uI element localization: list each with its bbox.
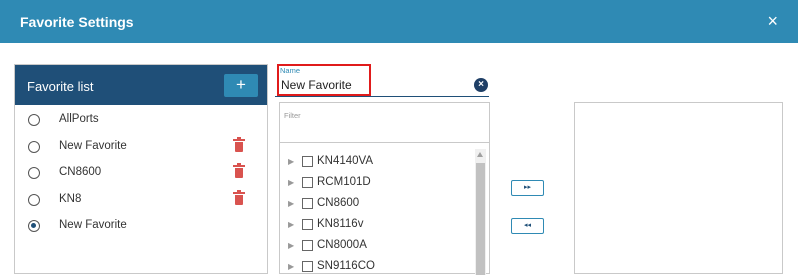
filter-input[interactable]: Filter	[280, 103, 489, 143]
expand-icon[interactable]: ▶	[288, 241, 294, 250]
expand-icon[interactable]: ▶	[288, 199, 294, 208]
favorite-item-label: New Favorite	[59, 140, 127, 152]
tree-item-label: CN8600	[317, 197, 360, 209]
checkbox[interactable]	[302, 240, 313, 251]
tree-item[interactable]: ▶ CN8600	[280, 194, 470, 215]
radio-button-checked[interactable]	[28, 220, 40, 232]
checkbox[interactable]	[302, 177, 313, 188]
scrollbar-thumb[interactable]	[476, 163, 485, 275]
dialog-title-bar: Favorite Settings ×	[0, 0, 798, 43]
favorite-item-label: CN8600	[59, 166, 102, 178]
name-field[interactable]: Name New Favorite ×	[275, 63, 489, 97]
device-tree-panel: Filter ▶ KN4140VA ▶ RCM101D ▶ CN8600 ▶ K…	[279, 102, 490, 275]
tree-item-label: RCM101D	[317, 176, 371, 188]
close-icon[interactable]: ×	[767, 12, 778, 30]
tree-item[interactable]: ▶ RCM101D	[280, 173, 470, 194]
tree-item-label: CN8000A	[317, 239, 367, 251]
favorite-item-label: KN8	[59, 193, 82, 205]
radio-button[interactable]	[28, 167, 40, 179]
add-favorite-button[interactable]: +	[224, 74, 258, 97]
checkbox[interactable]	[302, 219, 313, 230]
add-to-favorite-button[interactable]: ▸▸	[511, 180, 544, 196]
radio-button[interactable]	[28, 114, 40, 126]
trash-icon[interactable]	[233, 190, 245, 205]
scroll-up-icon[interactable]	[477, 152, 483, 157]
remove-from-favorite-button[interactable]: ◂◂	[511, 218, 544, 234]
favorite-item-label: New Favorite	[59, 219, 127, 231]
tree-item-label: KN4140VA	[317, 155, 374, 167]
checkbox[interactable]	[302, 261, 313, 272]
tree-item[interactable]: ▶ KN4140VA	[280, 152, 470, 173]
checkbox[interactable]	[302, 156, 313, 167]
tree-item[interactable]: ▶ KN8116v	[280, 215, 470, 236]
radio-button[interactable]	[28, 141, 40, 153]
trash-icon[interactable]	[233, 137, 245, 152]
tree-item-label: KN8116v	[317, 218, 364, 230]
favorite-item[interactable]: AllPorts	[15, 109, 267, 135]
tree-item[interactable]: ▶ SN9116CO	[280, 257, 470, 278]
favorite-list-header: Favorite list +	[15, 65, 267, 105]
trash-icon[interactable]	[233, 163, 245, 178]
tree-item[interactable]: ▶ CN8000A	[280, 236, 470, 257]
favorite-item[interactable]: New Favorite	[15, 136, 267, 162]
checkbox[interactable]	[302, 198, 313, 209]
expand-icon[interactable]: ▶	[288, 157, 294, 166]
clear-icon[interactable]: ×	[474, 78, 488, 92]
radio-button[interactable]	[28, 194, 40, 206]
favorite-item[interactable]: CN8600	[15, 162, 267, 188]
expand-icon[interactable]: ▶	[288, 178, 294, 187]
filter-placeholder: Filter	[284, 111, 301, 120]
favorite-members-panel	[574, 102, 783, 274]
favorite-item-selected[interactable]: New Favorite	[15, 215, 267, 241]
favorite-list-title: Favorite list	[27, 79, 94, 94]
favorite-item[interactable]: KN8	[15, 189, 267, 215]
favorite-list-panel: Favorite list + AllPorts New Favorite CN…	[14, 64, 268, 274]
tree-item-label: SN9116CO	[317, 260, 375, 272]
scrollbar[interactable]	[475, 149, 486, 275]
dialog-title: Favorite Settings	[20, 14, 134, 30]
name-input[interactable]: New Favorite	[281, 78, 352, 92]
expand-icon[interactable]: ▶	[288, 220, 294, 229]
favorite-item-label: AllPorts	[59, 113, 99, 125]
